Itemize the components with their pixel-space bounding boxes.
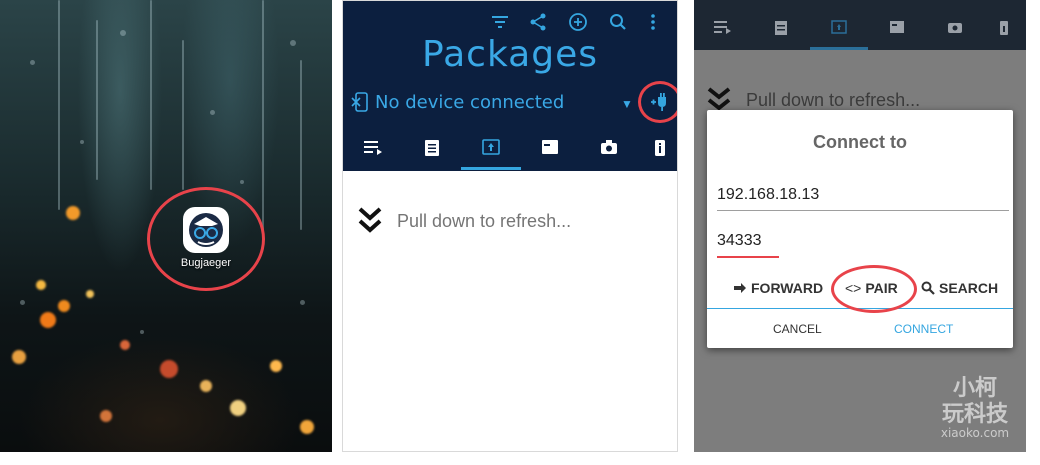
package-icon	[482, 139, 500, 155]
tab-device-info[interactable]	[984, 20, 1024, 39]
dimmed-tabbar	[694, 0, 1026, 50]
tab-device-info[interactable]	[638, 139, 677, 162]
filter-icon[interactable]	[491, 13, 509, 34]
app-header: Packages No device connected ▼	[343, 1, 677, 171]
watermark-line3: xiaoko.com	[940, 426, 1010, 440]
tab-screenshot[interactable]	[926, 20, 984, 37]
tab-logcat[interactable]	[343, 139, 403, 160]
search-button[interactable]: SEARCH	[921, 280, 998, 296]
highlight-circle	[831, 265, 917, 313]
search-label: SEARCH	[939, 280, 999, 296]
tab-shell[interactable]	[402, 139, 462, 162]
window-icon	[542, 140, 558, 154]
double-chevron-down-icon	[358, 207, 382, 233]
add-icon[interactable]	[569, 13, 587, 34]
ip-address-input[interactable]	[717, 180, 1007, 210]
tab-packages[interactable]	[810, 20, 868, 37]
tab-screenshot[interactable]	[579, 139, 639, 160]
selected-tab-indicator	[810, 47, 868, 50]
tab-files[interactable]	[868, 20, 926, 37]
package-icon	[831, 20, 847, 34]
selected-tab-indicator	[461, 167, 521, 170]
camera-icon	[601, 140, 617, 154]
dropdown-arrow-icon[interactable]: ▼	[621, 97, 633, 111]
highlight-circle	[147, 187, 265, 291]
port-underline	[717, 256, 779, 258]
tab-shell[interactable]	[752, 20, 810, 39]
watermark-line2: 玩科技	[941, 402, 1008, 427]
pull-to-refresh-hint: Pull down to refresh...	[357, 206, 571, 236]
home-screen-panel: Bugjaeger	[0, 0, 332, 452]
forward-label: FORWARD	[751, 280, 824, 296]
tab-files[interactable]	[520, 139, 580, 160]
phone-info-icon	[655, 140, 665, 156]
connect-button[interactable]: CONNECT	[894, 322, 953, 336]
tab-packages[interactable]	[461, 139, 521, 160]
refresh-text: Pull down to refresh...	[746, 89, 921, 110]
share-icon[interactable]	[529, 13, 547, 34]
window-icon	[890, 21, 904, 33]
device-selector[interactable]: No device connected	[351, 89, 564, 115]
ip-underline	[717, 210, 1009, 211]
logcat-icon	[364, 141, 382, 155]
more-vert-icon[interactable]	[649, 13, 657, 34]
phone-info-icon	[1000, 21, 1008, 35]
search-icon	[921, 281, 935, 295]
document-icon	[425, 140, 439, 156]
no-device-icon	[351, 92, 368, 112]
cancel-button[interactable]: CANCEL	[773, 322, 822, 336]
page-title: Packages	[422, 34, 598, 75]
dialog-title: Connect to	[813, 132, 907, 152]
forward-button[interactable]: FORWARD	[733, 280, 823, 296]
logcat-icon	[714, 21, 731, 34]
document-icon	[775, 21, 787, 35]
search-icon[interactable]	[609, 13, 627, 34]
connect-dialog-panel: Pull down to refresh... Connect to FORWA…	[694, 0, 1026, 452]
tab-logcat[interactable]	[694, 20, 752, 37]
arrow-right-icon	[734, 283, 746, 293]
camera-icon	[948, 23, 962, 33]
device-status-text: No device connected	[375, 91, 565, 113]
packages-panel: Packages No device connected ▼ Pull down…	[342, 0, 678, 452]
highlight-circle	[638, 81, 677, 123]
port-input[interactable]	[717, 226, 787, 256]
connect-dialog: Connect to FORWARD <> PAIR SEARCH CANCEL…	[707, 110, 1013, 348]
refresh-text: Pull down to refresh...	[397, 210, 572, 231]
